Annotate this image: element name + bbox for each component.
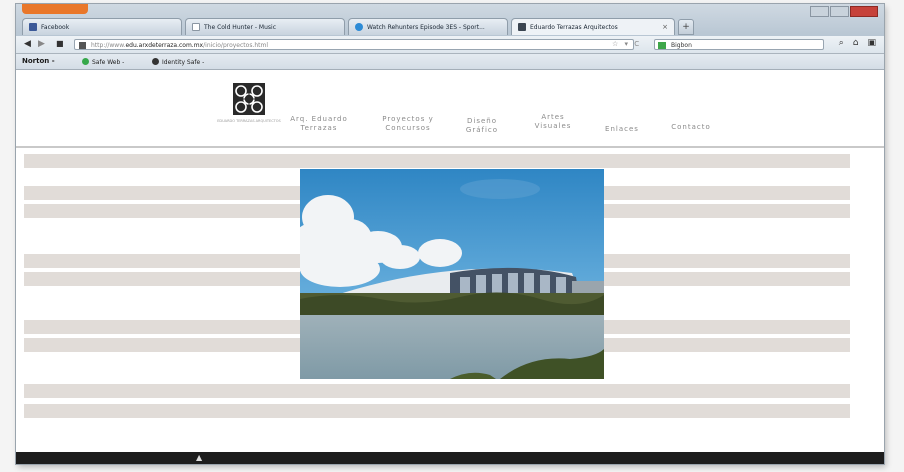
tab-strip: Facebook The Cold Hunter - Music Watch R…	[22, 18, 694, 35]
back-icon[interactable]: ◀	[24, 39, 31, 49]
minimize-button[interactable]	[810, 6, 829, 17]
forward-icon[interactable]: ▶	[38, 39, 45, 49]
tab-title: Watch Rehunters Episode 3ES - Sport...	[367, 23, 485, 31]
search-input[interactable]: Bigbon	[654, 39, 824, 50]
menu-item-line1: Arq. Eduardo	[290, 115, 348, 123]
menu-item-contacto[interactable]: Contacto	[668, 123, 714, 132]
status-bar: ▲	[16, 452, 884, 464]
maximize-button[interactable]	[830, 6, 849, 17]
logo-emblem-icon	[232, 82, 266, 116]
menu-item-line1: Diseño	[466, 117, 497, 125]
tab-title: Facebook	[41, 23, 70, 31]
logo-caption: EDUARDO TERRAZAS ARQUITECTOS	[217, 119, 281, 123]
bookmark-label: Safe Web -	[92, 59, 125, 66]
search-engine-icon	[658, 42, 666, 49]
safe-web-icon	[82, 58, 89, 65]
tab-title: Eduardo Terrazas Arquitectos	[530, 23, 618, 31]
close-tab-icon[interactable]: ×	[656, 23, 668, 31]
addons-icon[interactable]: ▣	[867, 38, 876, 48]
tab-music[interactable]: The Cold Hunter - Music	[185, 18, 345, 35]
identity-safe-icon	[152, 58, 159, 65]
menu-item-arq-eduardo-terrazas[interactable]: Arq. Eduardo Terrazas	[286, 115, 352, 133]
close-window-button[interactable]	[850, 6, 878, 17]
tab-watch[interactable]: Watch Rehunters Episode 3ES - Sport...	[348, 18, 508, 35]
identity-icon[interactable]: ■	[56, 39, 64, 49]
browser-window: Facebook The Cold Hunter - Music Watch R…	[16, 4, 884, 464]
web-page: EDUARDO TERRAZAS ARQUITECTOS Arq. Eduard…	[16, 70, 884, 454]
site-icon	[518, 23, 526, 31]
site-logo[interactable]: EDUARDO TERRAZAS ARQUITECTOS	[212, 82, 286, 124]
new-tab-button[interactable]: +	[678, 19, 694, 35]
menu-item-line1: Contacto	[671, 123, 711, 131]
menu-item-line2: Visuales	[534, 122, 572, 130]
page-icon	[192, 23, 200, 31]
menu-item-line2: Concursos	[385, 124, 431, 132]
tab-title: The Cold Hunter - Music	[204, 23, 276, 31]
url-prefix: http://www.	[91, 42, 126, 49]
home-icon[interactable]: ⌂	[853, 38, 859, 48]
up-arrow-icon[interactable]: ▲	[196, 453, 202, 462]
bookmark-safe-web[interactable]: Safe Web -	[82, 58, 124, 66]
page-margin	[850, 148, 884, 444]
bookmark-identity-safe[interactable]: Identity Safe -	[152, 58, 204, 66]
firefox-menu-button[interactable]	[22, 4, 88, 14]
bookmark-label: Identity Safe -	[162, 59, 205, 66]
toolbar-icons: ⌕ ⌂ ▣	[839, 38, 876, 48]
menu-item-enlaces[interactable]: Enlaces	[602, 125, 642, 134]
bookmarks-bar: Norton - Safe Web - Identity Safe -	[16, 54, 884, 70]
menu-item-line1: Artes	[541, 113, 565, 121]
tab-eduardo-terrazas[interactable]: Eduardo Terrazas Arquitectos ×	[511, 18, 675, 35]
menu-item-line2: Gráfico	[465, 126, 499, 134]
url-domain: edu.arxdeterraza.com.mx	[125, 42, 204, 49]
navigation-bar: ◀ ▶ ■ http://www.edu.arxdeterraza.com.mx…	[16, 36, 884, 54]
menu-item-diseno-grafico[interactable]: Diseño Gráfico	[462, 117, 502, 135]
facebook-icon	[29, 23, 37, 31]
reload-icon[interactable]: ☆ ▾ C	[612, 40, 641, 48]
window-controls	[810, 6, 878, 17]
title-bar: Facebook The Cold Hunter - Music Watch R…	[16, 4, 884, 36]
address-bar[interactable]: http://www.edu.arxdeterraza.com.mx/inici…	[74, 39, 634, 50]
site-identity-icon	[79, 42, 86, 49]
search-icon[interactable]: ⌕	[839, 38, 844, 48]
menu-item-line2: Terrazas	[300, 124, 338, 132]
menu-item-proyectos-y-concursos[interactable]: Proyectos y Concursos	[372, 115, 444, 133]
tab-facebook[interactable]: Facebook	[22, 18, 182, 35]
url-path: /inicio/proyectos.html	[203, 42, 269, 49]
menu-item-line1: Proyectos y	[382, 115, 434, 123]
search-text: Bigbon	[671, 42, 692, 49]
building-photo	[300, 169, 604, 379]
page-content	[24, 148, 850, 444]
site-header: EDUARDO TERRAZAS ARQUITECTOS Arq. Eduard…	[16, 70, 884, 148]
menu-item-artes-visuales[interactable]: Artes Visuales	[532, 113, 574, 131]
bookmark-norton[interactable]: Norton -	[22, 57, 55, 65]
globe-icon	[355, 23, 363, 31]
menu-item-line1: Enlaces	[605, 125, 639, 133]
